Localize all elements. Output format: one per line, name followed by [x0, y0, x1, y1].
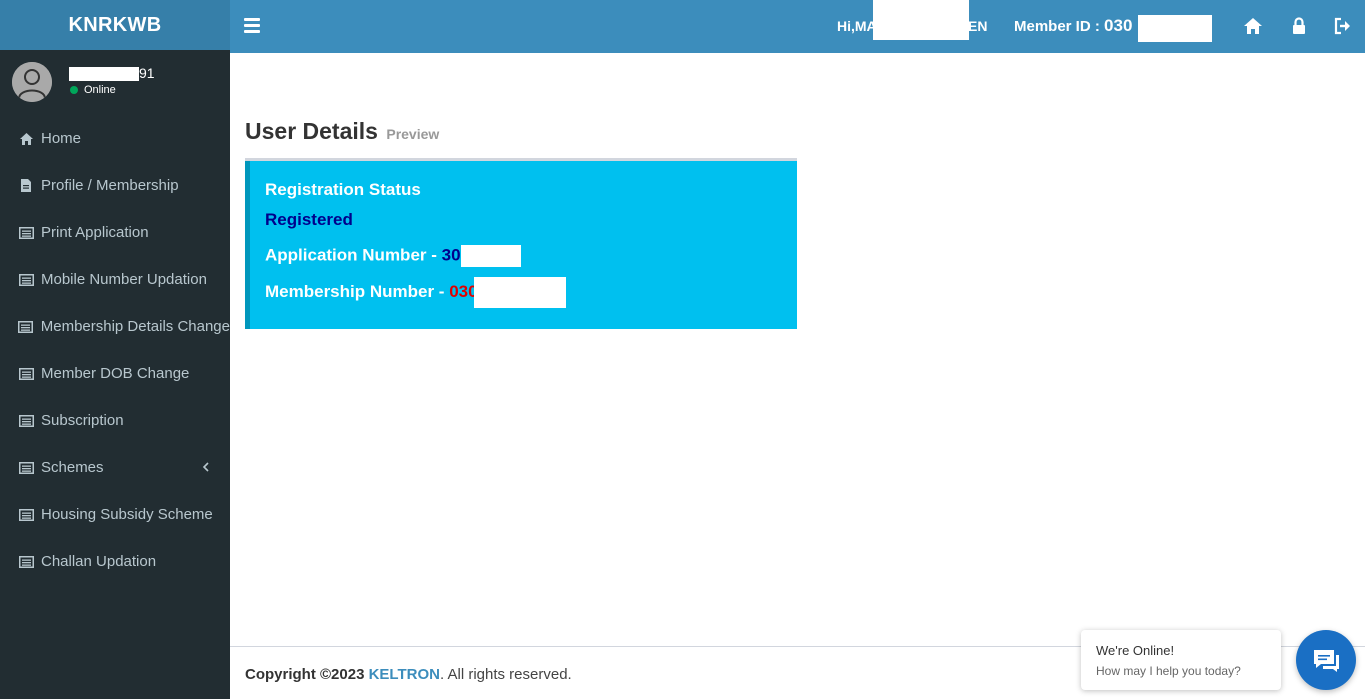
- online-status-icon: [70, 86, 78, 94]
- sidebar-item-mobile-number-updation[interactable]: Mobile Number Updation: [0, 256, 230, 303]
- list-icon: [18, 319, 34, 335]
- sidebar-item-print-application[interactable]: Print Application: [0, 209, 230, 256]
- top-navbar: Hi,MA EN Member ID : 030: [230, 0, 1365, 53]
- registration-status-heading: Registration Status: [265, 180, 421, 199]
- list-icon: [18, 413, 34, 429]
- redacted-membership-number: [473, 277, 566, 308]
- chat-greeting-bubble[interactable]: We're Online! How may I help you today?: [1081, 630, 1281, 690]
- list-icon: [18, 507, 34, 523]
- chat-icon: [1314, 650, 1339, 672]
- registration-status-value: Registered: [265, 210, 353, 229]
- sidebar-item-label: Housing Subsidy Scheme: [41, 506, 213, 523]
- redacted-username: [873, 0, 969, 40]
- sidebar-item-label: Print Application: [41, 224, 149, 241]
- redacted-name: [69, 67, 139, 82]
- sidebar-item-housing-subsidy-scheme[interactable]: Housing Subsidy Scheme: [0, 491, 230, 538]
- membership-number: Membership Number - 030: [265, 277, 566, 308]
- chevron-left-icon[interactable]: [200, 460, 212, 474]
- registration-info-box: Registration Status Registered Applicati…: [245, 161, 797, 329]
- sidebar-item-subscription[interactable]: Subscription: [0, 397, 230, 444]
- greeting-prefix: Hi,MA: [837, 18, 877, 34]
- sidebar: KNRKWB 91 Online Home Profile / Membersh…: [0, 0, 230, 699]
- sidebar-item-label: Schemes: [41, 459, 104, 476]
- sidebar-item-label: Home: [41, 130, 82, 147]
- sidebar-item-profile-membership[interactable]: Profile / Membership: [0, 162, 230, 209]
- sidebar-item-label: Challan Updation: [41, 553, 157, 570]
- sidebar-item-membership-details-change[interactable]: Membership Details Change: [0, 303, 230, 350]
- list-icon: [18, 225, 34, 241]
- lock-icon[interactable]: [1288, 15, 1310, 37]
- page-subtitle: Preview: [386, 126, 440, 142]
- menu-toggle-icon[interactable]: [244, 18, 260, 34]
- user-status: Online: [70, 84, 116, 96]
- chat-launcher-button[interactable]: [1296, 630, 1356, 690]
- page-title: User Details Preview: [245, 118, 440, 144]
- user-avatar-icon: [12, 62, 52, 102]
- list-icon: [18, 554, 34, 570]
- sidebar-item-label: Mobile Number Updation: [41, 271, 207, 288]
- sidebar-item-label: Profile / Membership: [41, 177, 179, 194]
- sidebar-item-schemes[interactable]: Schemes: [0, 444, 230, 491]
- list-icon: [18, 460, 34, 476]
- logout-icon[interactable]: [1332, 15, 1354, 37]
- home-icon[interactable]: [1242, 15, 1264, 37]
- avatar: [12, 62, 52, 102]
- chat-subtitle: How may I help you today?: [1096, 664, 1241, 678]
- application-number: Application Number - 30: [265, 245, 521, 267]
- footer-copyright: Copyright ©2023 KELTRON. All rights rese…: [245, 666, 572, 683]
- brand-logo[interactable]: KNRKWB: [0, 0, 230, 50]
- greeting-suffix: EN: [968, 18, 988, 34]
- sidebar-item-home[interactable]: Home: [0, 115, 230, 162]
- sidebar-item-label: Subscription: [41, 412, 124, 429]
- list-icon: [18, 366, 34, 382]
- sidebar-item-label: Membership Details Change: [40, 318, 230, 335]
- sidebar-item-challan-updation[interactable]: Challan Updation: [0, 538, 230, 585]
- list-icon: [18, 272, 34, 288]
- chat-title: We're Online!: [1096, 643, 1175, 658]
- sidebar-menu: Home Profile / Membership Print Applicat…: [0, 115, 230, 585]
- sidebar-item-member-dob-change[interactable]: Member DOB Change: [0, 350, 230, 397]
- user-name: 91: [69, 65, 155, 82]
- redacted-member-id: [1138, 15, 1212, 42]
- keltron-link[interactable]: KELTRON: [369, 666, 440, 683]
- redacted-application-number: [460, 245, 521, 267]
- file-icon: [18, 178, 34, 194]
- sidebar-item-label: Member DOB Change: [41, 365, 190, 382]
- home-icon: [18, 131, 34, 147]
- user-panel: 91 Online: [0, 50, 230, 115]
- member-id: Member ID : 030: [1014, 16, 1133, 35]
